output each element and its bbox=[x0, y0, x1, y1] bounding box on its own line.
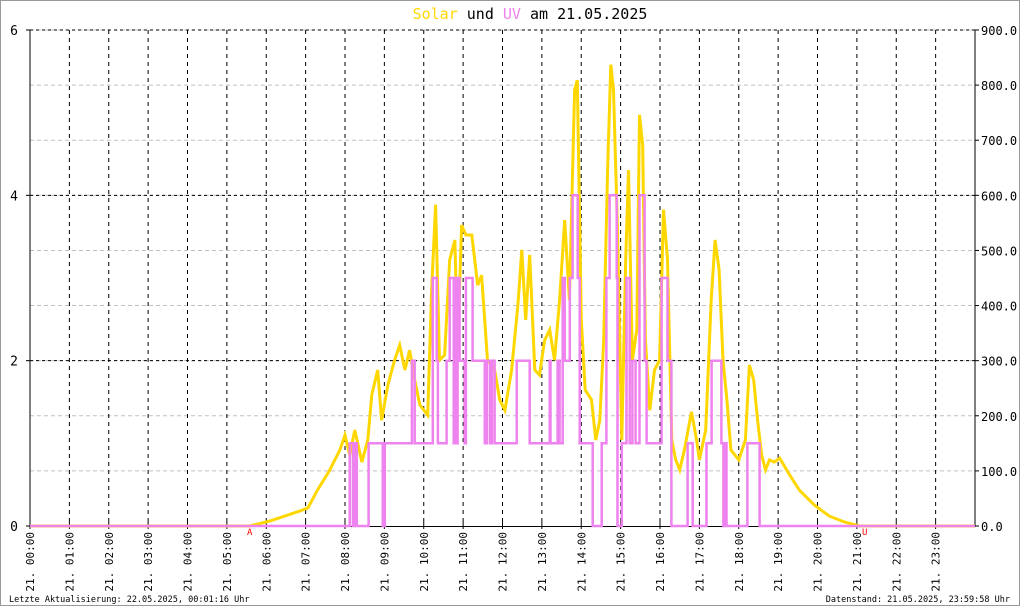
x-tick-label: 21. 22:00 bbox=[890, 532, 903, 592]
x-tick-label: 21. 17:00 bbox=[693, 532, 706, 592]
x-tick-label: 21. 14:00 bbox=[575, 532, 588, 592]
grid bbox=[30, 29, 975, 526]
sun-marker-u: U bbox=[862, 528, 867, 538]
right-tick-label: 0.0 bbox=[981, 520, 1003, 534]
x-tick-label: 21. 12:00 bbox=[497, 532, 510, 592]
x-tick-label: 21. 08:00 bbox=[339, 532, 352, 592]
left-tick-label: 4 bbox=[10, 189, 18, 204]
x-tick-label: 21. 11:00 bbox=[457, 532, 470, 592]
footer-last-update: Letzte Aktualisierung: 22.05.2025, 00:01… bbox=[9, 595, 250, 605]
x-tick-label: 21. 13:00 bbox=[536, 532, 549, 592]
x-tick-label: 21. 23:00 bbox=[930, 532, 943, 592]
left-tick-label: 0 bbox=[10, 520, 18, 535]
x-tick-label: 21. 01:00 bbox=[63, 532, 76, 592]
x-tick-label: 21. 04:00 bbox=[182, 532, 195, 592]
footer-data-state: Datenstand: 21.05.2025, 23:59:58 Uhr bbox=[826, 595, 1010, 605]
title-part: UV bbox=[503, 5, 521, 23]
title-part: und bbox=[458, 5, 503, 23]
right-tick-label: 400.0 bbox=[981, 300, 1017, 314]
x-tick-label: 21. 09:00 bbox=[378, 532, 391, 592]
right-tick-label: 900.0 bbox=[981, 24, 1017, 38]
x-tick-label: 21. 16:00 bbox=[654, 532, 667, 592]
right-tick-label: 100.0 bbox=[981, 465, 1017, 479]
x-tick-label: 21. 05:00 bbox=[221, 532, 234, 592]
x-tick-label: 21. 21:00 bbox=[851, 532, 864, 592]
x-tick-label: 21. 18:00 bbox=[733, 532, 746, 592]
right-tick-label: 200.0 bbox=[981, 410, 1017, 424]
tick-labels: 0 2 4 6 0.0 100.0 200.0 300.0 400.0 500.0 600.0 700… bbox=[10, 24, 1017, 592]
left-tick-label: 2 bbox=[10, 355, 18, 370]
left-tick-label: 6 bbox=[10, 24, 18, 39]
right-tick-label: 300.0 bbox=[981, 355, 1017, 369]
sun-marker-a: A bbox=[247, 528, 253, 538]
x-tick-label: 21. 03:00 bbox=[142, 532, 155, 592]
x-tick-label: 21. 07:00 bbox=[300, 532, 313, 592]
solar-uv-chart: Solar und UV am 21.05.2025 0 2 4 6 0.0 100.0 2… bbox=[9, 5, 1017, 605]
x-tick-label: 21. 02:00 bbox=[103, 532, 116, 592]
title-part: Solar bbox=[413, 5, 458, 23]
x-tick-label: 21. 20:00 bbox=[812, 532, 825, 592]
chart-title: Solar und UV am 21.05.2025 bbox=[413, 5, 648, 23]
right-tick-label: 600.0 bbox=[981, 189, 1017, 203]
x-tick-label: 21. 19:00 bbox=[772, 532, 785, 592]
title-part: am 21.05.2025 bbox=[521, 5, 647, 23]
right-tick-label: 800.0 bbox=[981, 79, 1017, 93]
x-tick-label: 21. 06:00 bbox=[260, 532, 273, 592]
right-tick-label: 500.0 bbox=[981, 244, 1017, 258]
x-tick-label: 21. 10:00 bbox=[418, 532, 431, 592]
x-tick-label: 21. 15:00 bbox=[615, 532, 628, 592]
right-tick-label: 700.0 bbox=[981, 134, 1017, 148]
x-tick-label: 21. 00:00 bbox=[24, 532, 37, 592]
